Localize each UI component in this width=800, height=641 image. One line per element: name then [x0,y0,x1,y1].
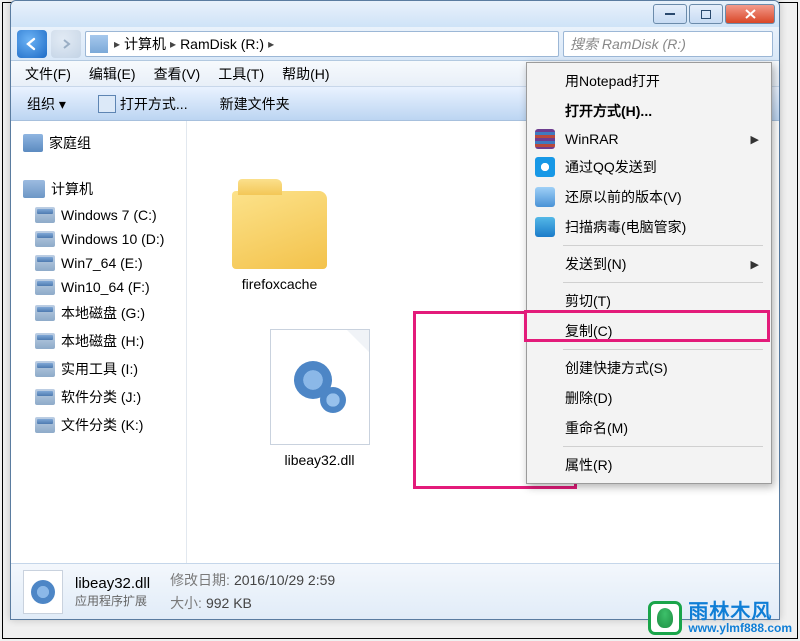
item-label: firefoxcache [242,275,317,293]
menu-help[interactable]: 帮助(H) [274,62,337,86]
breadcrumb[interactable]: ▸ 计算机 ▸ RamDisk (R:) ▸ [85,31,559,57]
submenu-arrow-icon: ▶ [751,133,759,146]
chevron-right-icon: ▸ [168,37,178,51]
ctx-restore-version[interactable]: 还原以前的版本(V) [529,182,769,212]
separator [563,446,763,447]
ctx-delete[interactable]: 删除(D) [529,383,769,413]
ctx-open-with[interactable]: 打开方式(H)... [529,96,769,126]
folder-icon [232,191,327,269]
ctx-cut[interactable]: 剪切(T) [529,286,769,316]
restore-icon [535,187,555,207]
drive-icon [35,207,55,223]
ctx-scan-virus[interactable]: 扫描病毒(电脑管家) [529,212,769,242]
drive-icon [35,417,55,433]
details-filename: libeay32.dll [75,575,150,592]
crumb-drive[interactable]: RamDisk (R:) [180,36,264,52]
watermark: 雨林木风 www.ylmf888.com [648,601,792,635]
details-meta: 修改日期:2016/10/29 2:59 大小:992 KB [170,569,335,614]
separator [563,282,763,283]
maximize-button[interactable] [689,4,723,24]
drive-icon [35,279,55,295]
forward-button[interactable] [51,30,81,58]
folder-item[interactable]: firefoxcache [197,135,362,301]
computer-icon [23,180,45,198]
nav-drive[interactable]: Win10_64 (F:) [11,275,186,299]
nav-computer[interactable]: 计算机 [11,175,186,203]
winrar-icon [535,129,555,149]
ctx-shortcut[interactable]: 创建快捷方式(S) [529,353,769,383]
back-button[interactable] [17,30,47,58]
dll-item[interactable]: libeay32.dll [237,311,402,477]
ctx-winrar[interactable]: WinRAR▶ [529,126,769,152]
details-text: libeay32.dll 应用程序扩展 [75,575,150,609]
drive-icon [35,231,55,247]
drive-icon [35,389,55,405]
ctx-notepad[interactable]: 用Notepad打开 [529,66,769,96]
search-input[interactable]: 搜索 RamDisk (R:) [563,31,773,57]
crumb-computer[interactable]: 计算机 [124,34,166,54]
titlebar [11,1,779,27]
watermark-title: 雨林木风 [688,602,792,622]
chevron-right-icon: ▸ [112,37,122,51]
nav-drive[interactable]: 文件分类 (K:) [11,411,186,439]
file-type-icon [23,570,63,614]
submenu-arrow-icon: ▶ [751,258,759,271]
address-bar: ▸ 计算机 ▸ RamDisk (R:) ▸ 搜索 RamDisk (R:) [11,27,779,61]
menu-file[interactable]: 文件(F) [17,62,79,86]
ctx-send-to[interactable]: 发送到(N)▶ [529,249,769,279]
nav-drive[interactable]: 实用工具 (I:) [11,355,186,383]
close-button[interactable] [725,4,775,24]
organize-button[interactable]: 组织 ▾ [19,90,74,118]
new-folder-button[interactable]: 新建文件夹 [212,90,298,118]
details-filetype: 应用程序扩展 [75,592,150,609]
ctx-copy[interactable]: 复制(C) [529,316,769,346]
nav-pane: 家庭组 计算机 Windows 7 (C:) Windows 10 (D:) W… [11,121,187,591]
open-with-button[interactable]: 打开方式... [90,90,196,118]
nav-drive[interactable]: 本地磁盘 (H:) [11,327,186,355]
menu-edit[interactable]: 编辑(E) [81,62,144,86]
app-icon [98,95,116,113]
minimize-button[interactable] [653,4,687,24]
watermark-logo-icon [648,601,682,635]
drive-icon [35,333,55,349]
item-label: libeay32.dll [284,451,354,469]
ctx-qq-send[interactable]: 通过QQ发送到 [529,152,769,182]
nav-drive[interactable]: 本地磁盘 (G:) [11,299,186,327]
ctx-properties[interactable]: 属性(R) [529,450,769,480]
watermark-url: www.ylmf888.com [688,622,792,634]
gear-icon [31,580,55,604]
menu-view[interactable]: 查看(V) [146,62,209,86]
nav-drive[interactable]: 软件分类 (J:) [11,383,186,411]
qq-icon [535,157,555,177]
drive-icon [35,255,55,271]
chevron-right-icon: ▸ [266,37,276,51]
dll-file-icon [270,329,370,445]
drive-icon [35,361,55,377]
drive-icon [35,305,55,321]
shield-icon [535,217,555,237]
nav-drive[interactable]: Windows 7 (C:) [11,203,186,227]
ctx-rename[interactable]: 重命名(M) [529,413,769,443]
nav-homegroup[interactable]: 家庭组 [11,129,186,157]
separator [563,349,763,350]
homegroup-icon [23,134,43,152]
nav-drive[interactable]: Win7_64 (E:) [11,251,186,275]
gear-icon [292,359,348,415]
menu-tools[interactable]: 工具(T) [210,62,272,86]
drive-icon [90,35,108,53]
separator [563,245,763,246]
context-menu: 用Notepad打开 打开方式(H)... WinRAR▶ 通过QQ发送到 还原… [526,62,772,484]
nav-drive[interactable]: Windows 10 (D:) [11,227,186,251]
